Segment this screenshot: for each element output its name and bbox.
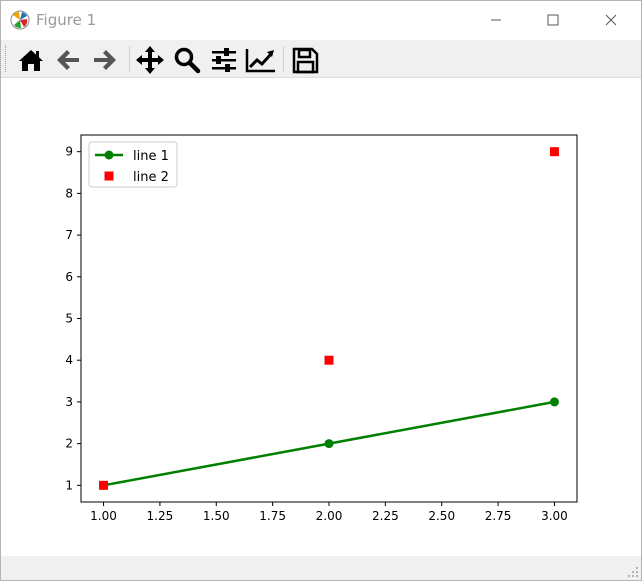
x-tick-label: 1.75 (259, 509, 286, 523)
close-icon (605, 14, 617, 26)
series-1-point (324, 439, 334, 449)
legend-label: line 1 (133, 149, 169, 164)
home-button[interactable] (15, 44, 47, 76)
window-title: Figure 1 (36, 11, 97, 29)
floppy-disk-icon (292, 47, 319, 74)
toolbar-separator (283, 46, 284, 72)
sliders-icon (212, 48, 236, 72)
minimize-button[interactable] (473, 1, 519, 39)
y-tick-label: 1 (65, 478, 73, 492)
customize-button[interactable] (245, 44, 277, 76)
x-tick-label: 2.75 (485, 509, 512, 523)
matplotlib-logo-icon (10, 10, 30, 30)
y-tick-label: 5 (65, 312, 73, 326)
y-tick-label: 7 (65, 228, 73, 242)
toolbar-grip[interactable] (5, 45, 8, 72)
back-button[interactable] (52, 44, 84, 76)
y-tick-label: 2 (65, 437, 73, 451)
home-icon (19, 50, 43, 71)
y-tick-label: 3 (65, 395, 73, 409)
maximize-icon (547, 14, 559, 26)
resize-grip-icon[interactable] (627, 566, 639, 578)
forward-button[interactable] (89, 44, 121, 76)
line-chart-icon (245, 49, 275, 73)
figure-canvas[interactable]: 1.00 1.25 1.50 1.75 2.00 2.25 2.50 2.75 3.00 1 2 3 4… (1, 78, 641, 555)
y-tick-label: 4 (65, 353, 73, 367)
y-tick-label: 6 (65, 270, 73, 284)
series-1-point (549, 397, 559, 407)
series-2-point (549, 147, 559, 157)
plot-svg: 1.00 1.25 1.50 1.75 2.00 2.25 2.50 2.75 3.00 1 2 3 4… (65, 134, 578, 523)
save-button[interactable] (289, 44, 321, 76)
arrow-left-icon (57, 50, 79, 70)
close-button[interactable] (588, 1, 634, 39)
series-2-point (99, 480, 109, 490)
series-2-point (324, 355, 334, 365)
x-tick-label: 1.25 (147, 509, 174, 523)
legend-label: line 2 (133, 170, 169, 185)
x-tick-label: 3.00 (541, 509, 568, 523)
subplots-button[interactable] (208, 44, 240, 76)
minimize-icon (491, 19, 501, 21)
x-tick-label: 2.50 (428, 509, 455, 523)
legend-swatch-marker (104, 171, 114, 181)
legend-swatch-marker (104, 150, 114, 160)
x-tick-label: 1.00 (90, 509, 117, 523)
pan-button[interactable] (134, 44, 166, 76)
zoom-button[interactable] (171, 44, 203, 76)
x-tick-label: 2.25 (372, 509, 399, 523)
title-bar[interactable]: Figure 1 (1, 1, 641, 39)
status-bar (1, 556, 641, 580)
arrow-right-icon (94, 50, 116, 70)
figure-window: Figure 1 1.00 1.25 1.50 1.75 2.00 2.25 2… (0, 0, 642, 581)
y-tick-label: 9 (65, 145, 73, 159)
x-tick-label: 1.50 (203, 509, 230, 523)
navigation-toolbar (1, 40, 641, 78)
magnifier-icon (174, 47, 201, 74)
toolbar-separator (129, 46, 130, 72)
maximize-button[interactable] (530, 1, 576, 39)
y-tick-label: 8 (65, 186, 73, 200)
legend: line 1 line 2 (88, 141, 178, 188)
x-tick-label: 2.00 (316, 509, 343, 523)
move-icon (136, 46, 164, 74)
